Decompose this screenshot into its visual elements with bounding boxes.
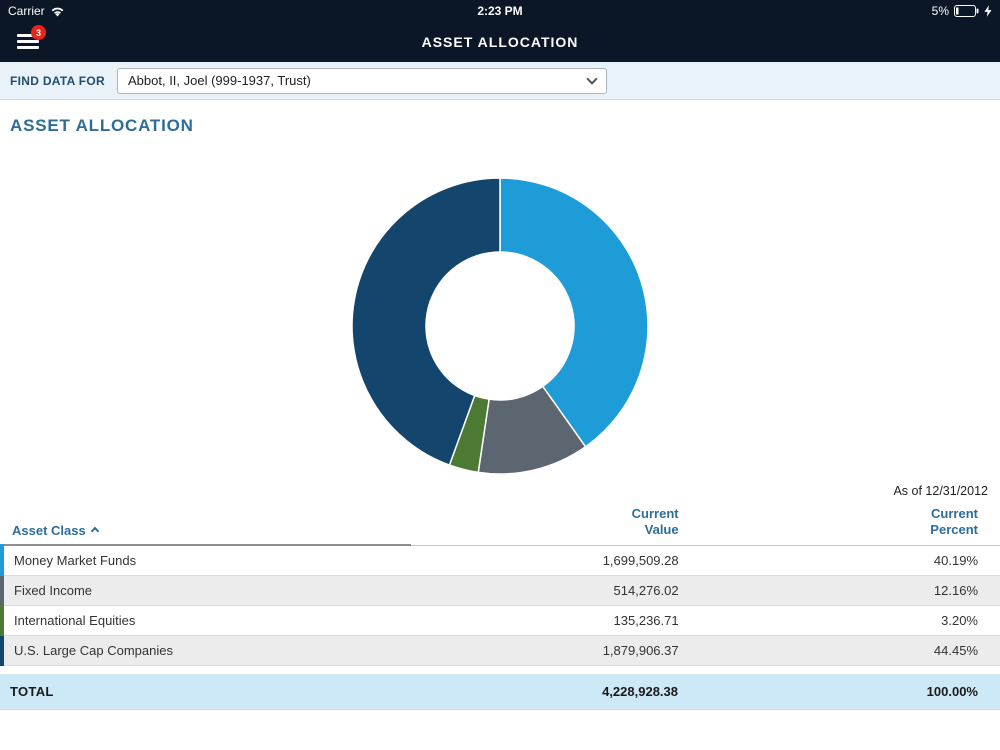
current-value-cell: 1,699,509.28 [411, 545, 690, 575]
column-header-current-value: Current Value [411, 506, 690, 545]
column-header-asset-class[interactable]: Asset Class [2, 506, 411, 545]
current-percent-cell: 40.19% [691, 545, 1000, 575]
battery-icon [954, 5, 979, 17]
total-row: TOTAL 4,228,928.38 100.00% [0, 674, 1000, 710]
nav-title: ASSET ALLOCATION [0, 34, 1000, 50]
account-select[interactable]: Abbot, II, Joel (999-1937, Trust) [117, 68, 607, 94]
chevron-down-icon [586, 73, 597, 84]
current-value-cell: 514,276.02 [411, 575, 690, 605]
sort-ascending-icon [90, 527, 98, 535]
current-percent-cell: 12.16% [691, 575, 1000, 605]
menu-button[interactable]: 3 [17, 34, 39, 50]
current-percent-cell: 44.45% [691, 635, 1000, 665]
find-data-bar: FIND DATA FOR Abbot, II, Joel (999-1937,… [0, 62, 1000, 100]
status-bar: Carrier 2:23 PM 5% [0, 0, 1000, 22]
account-select-value: Abbot, II, Joel (999-1937, Trust) [128, 73, 311, 88]
total-value: 4,228,928.38 [410, 684, 690, 699]
table-header-row: Asset Class Current Value Current Percen… [2, 506, 1000, 545]
find-data-label: FIND DATA FOR [10, 74, 105, 88]
notification-badge: 3 [31, 25, 46, 40]
battery-percent: 5% [932, 4, 949, 18]
asset-class-cell: International Equities [2, 605, 411, 635]
nav-bar: 3 ASSET ALLOCATION [0, 22, 1000, 62]
allocation-table: Asset Class Current Value Current Percen… [0, 506, 1000, 666]
current-value-cell: 1,879,906.37 [411, 635, 690, 665]
current-percent-cell: 3.20% [691, 605, 1000, 635]
table-row: International Equities 135,236.71 3.20% [2, 605, 1000, 635]
clock: 2:23 PM [477, 4, 522, 18]
total-percent: 100.00% [690, 684, 1000, 699]
asset-class-cell: Fixed Income [2, 575, 411, 605]
carrier-label: Carrier [8, 4, 45, 18]
asset-class-cell: U.S. Large Cap Companies [2, 635, 411, 665]
allocation-donut-chart [350, 176, 650, 476]
chart-container [0, 176, 1000, 476]
page-heading: ASSET ALLOCATION [10, 116, 1000, 136]
table-row: Money Market Funds 1,699,509.28 40.19% [2, 545, 1000, 575]
charging-bolt-icon [984, 5, 992, 17]
column-header-current-percent: Current Percent [691, 506, 1000, 545]
asset-class-header-label: Asset Class [12, 523, 86, 538]
total-label: TOTAL [0, 684, 410, 699]
current-value-cell: 135,236.71 [411, 605, 690, 635]
wifi-icon [50, 6, 65, 17]
table-row: U.S. Large Cap Companies 1,879,906.37 44… [2, 635, 1000, 665]
table-row: Fixed Income 514,276.02 12.16% [2, 575, 1000, 605]
as-of-date: As of 12/31/2012 [0, 484, 1000, 500]
asset-class-cell: Money Market Funds [2, 545, 411, 575]
